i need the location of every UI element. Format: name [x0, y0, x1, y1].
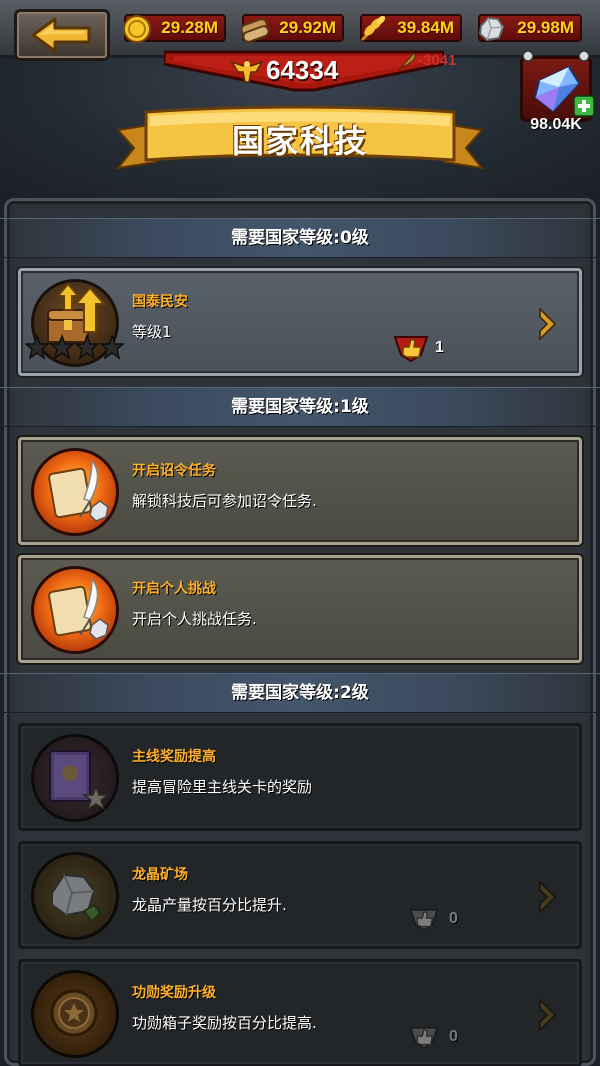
- tech-desc: 解锁科技后可参加诏令任务.: [132, 492, 317, 510]
- power-value: 64334: [266, 55, 339, 85]
- gold-coin-icon: [120, 12, 154, 46]
- scroll-quill-icon: [31, 566, 119, 654]
- resource-wheat[interactable]: 39.84M: [360, 14, 462, 42]
- tech-name: 国泰民安: [132, 294, 188, 310]
- tech-name: 龙晶矿场: [132, 867, 188, 883]
- gold-value: 29.28M: [161, 18, 218, 37]
- tech-card-mainline-reward[interactable]: 主线奖励提高 提高冒险里主线关卡的奖励: [18, 723, 582, 831]
- wood-value: 29.92M: [279, 18, 336, 37]
- tech-cost-value: 1: [435, 339, 444, 356]
- crystal-button[interactable]: [520, 50, 595, 122]
- tech-cost: 1: [393, 333, 473, 363]
- section-header-level-2: 需要国家等级:2级: [0, 673, 600, 713]
- medal-star-icon: [31, 970, 119, 1058]
- tech-card-merit-reward[interactable]: 功勋奖励升级 功勋箱子奖励按百分比提高. 0: [18, 959, 582, 1066]
- tech-name: 主线奖励提高: [132, 749, 216, 765]
- wheat-icon: [356, 12, 390, 46]
- thumbs-up-icon: [393, 336, 429, 363]
- tech-card-guotaimin[interactable]: 国泰民安 等级1 1: [18, 268, 582, 376]
- crystal-value: 98.04K: [530, 116, 582, 133]
- tech-card-crystal-mine[interactable]: 龙晶矿场 龙晶产量按百分比提升. 0: [18, 841, 582, 949]
- tech-desc: 开启个人挑战任务.: [132, 610, 257, 628]
- power-delta: -3041: [418, 52, 457, 69]
- resource-gold[interactable]: 29.28M: [123, 14, 226, 43]
- tech-cost: 0: [409, 904, 489, 934]
- chevron-right-icon[interactable]: [537, 880, 557, 914]
- tech-name: 功勋奖励升级: [132, 985, 216, 1001]
- wheat-value: 39.84M: [397, 18, 454, 37]
- section-header-level-0: 需要国家等级:0级: [0, 218, 600, 258]
- pin-icon: [522, 50, 590, 62]
- tech-desc: 龙晶产量按百分比提升.: [132, 896, 287, 914]
- feather-icon: [398, 52, 416, 71]
- wood-log-icon: [238, 12, 272, 46]
- book-star-icon: [31, 734, 119, 822]
- ore-rock-icon: [31, 852, 119, 940]
- thumbs-up-icon: [409, 1027, 439, 1049]
- page-title: 国家科技: [231, 122, 368, 160]
- resource-stone[interactable]: 29.98M: [478, 14, 582, 42]
- tech-card-edict-task[interactable]: 开启诏令任务 解锁科技后可参加诏令任务.: [18, 437, 582, 545]
- tech-cost-value: 0: [449, 910, 458, 927]
- eagle-emblem-icon: [230, 58, 264, 83]
- tech-name: 开启个人挑战: [132, 581, 216, 597]
- scroll-quill-icon: [31, 448, 119, 536]
- resource-wood[interactable]: 29.92M: [240, 14, 344, 43]
- tech-desc: 提高冒险里主线关卡的奖励: [132, 778, 313, 796]
- tech-card-personal-challenge[interactable]: 开启个人挑战 开启个人挑战任务.: [18, 555, 582, 663]
- chevron-right-icon[interactable]: [537, 307, 557, 341]
- stone-icon: [474, 12, 508, 46]
- thumbs-up-icon: [409, 909, 439, 931]
- tech-cost-value: 0: [449, 1028, 458, 1045]
- title-ribbon: 国家科技: [116, 102, 484, 176]
- stone-value: 29.98M: [517, 18, 574, 37]
- section-header-level-1: 需要国家等级:1级: [0, 387, 600, 427]
- tech-cost: 0: [409, 1022, 489, 1052]
- chevron-right-icon[interactable]: [537, 998, 557, 1032]
- plus-icon[interactable]: [573, 95, 595, 117]
- star-rating: [25, 333, 125, 360]
- back-arrow-icon: [31, 17, 91, 53]
- power-banner: 64334 -3041: [164, 50, 456, 94]
- tech-name: 开启诏令任务: [132, 463, 216, 479]
- tech-level: 等级1: [132, 323, 172, 341]
- tech-desc: 功勋箱子奖励按百分比提高.: [132, 1014, 317, 1032]
- back-button[interactable]: [14, 9, 110, 61]
